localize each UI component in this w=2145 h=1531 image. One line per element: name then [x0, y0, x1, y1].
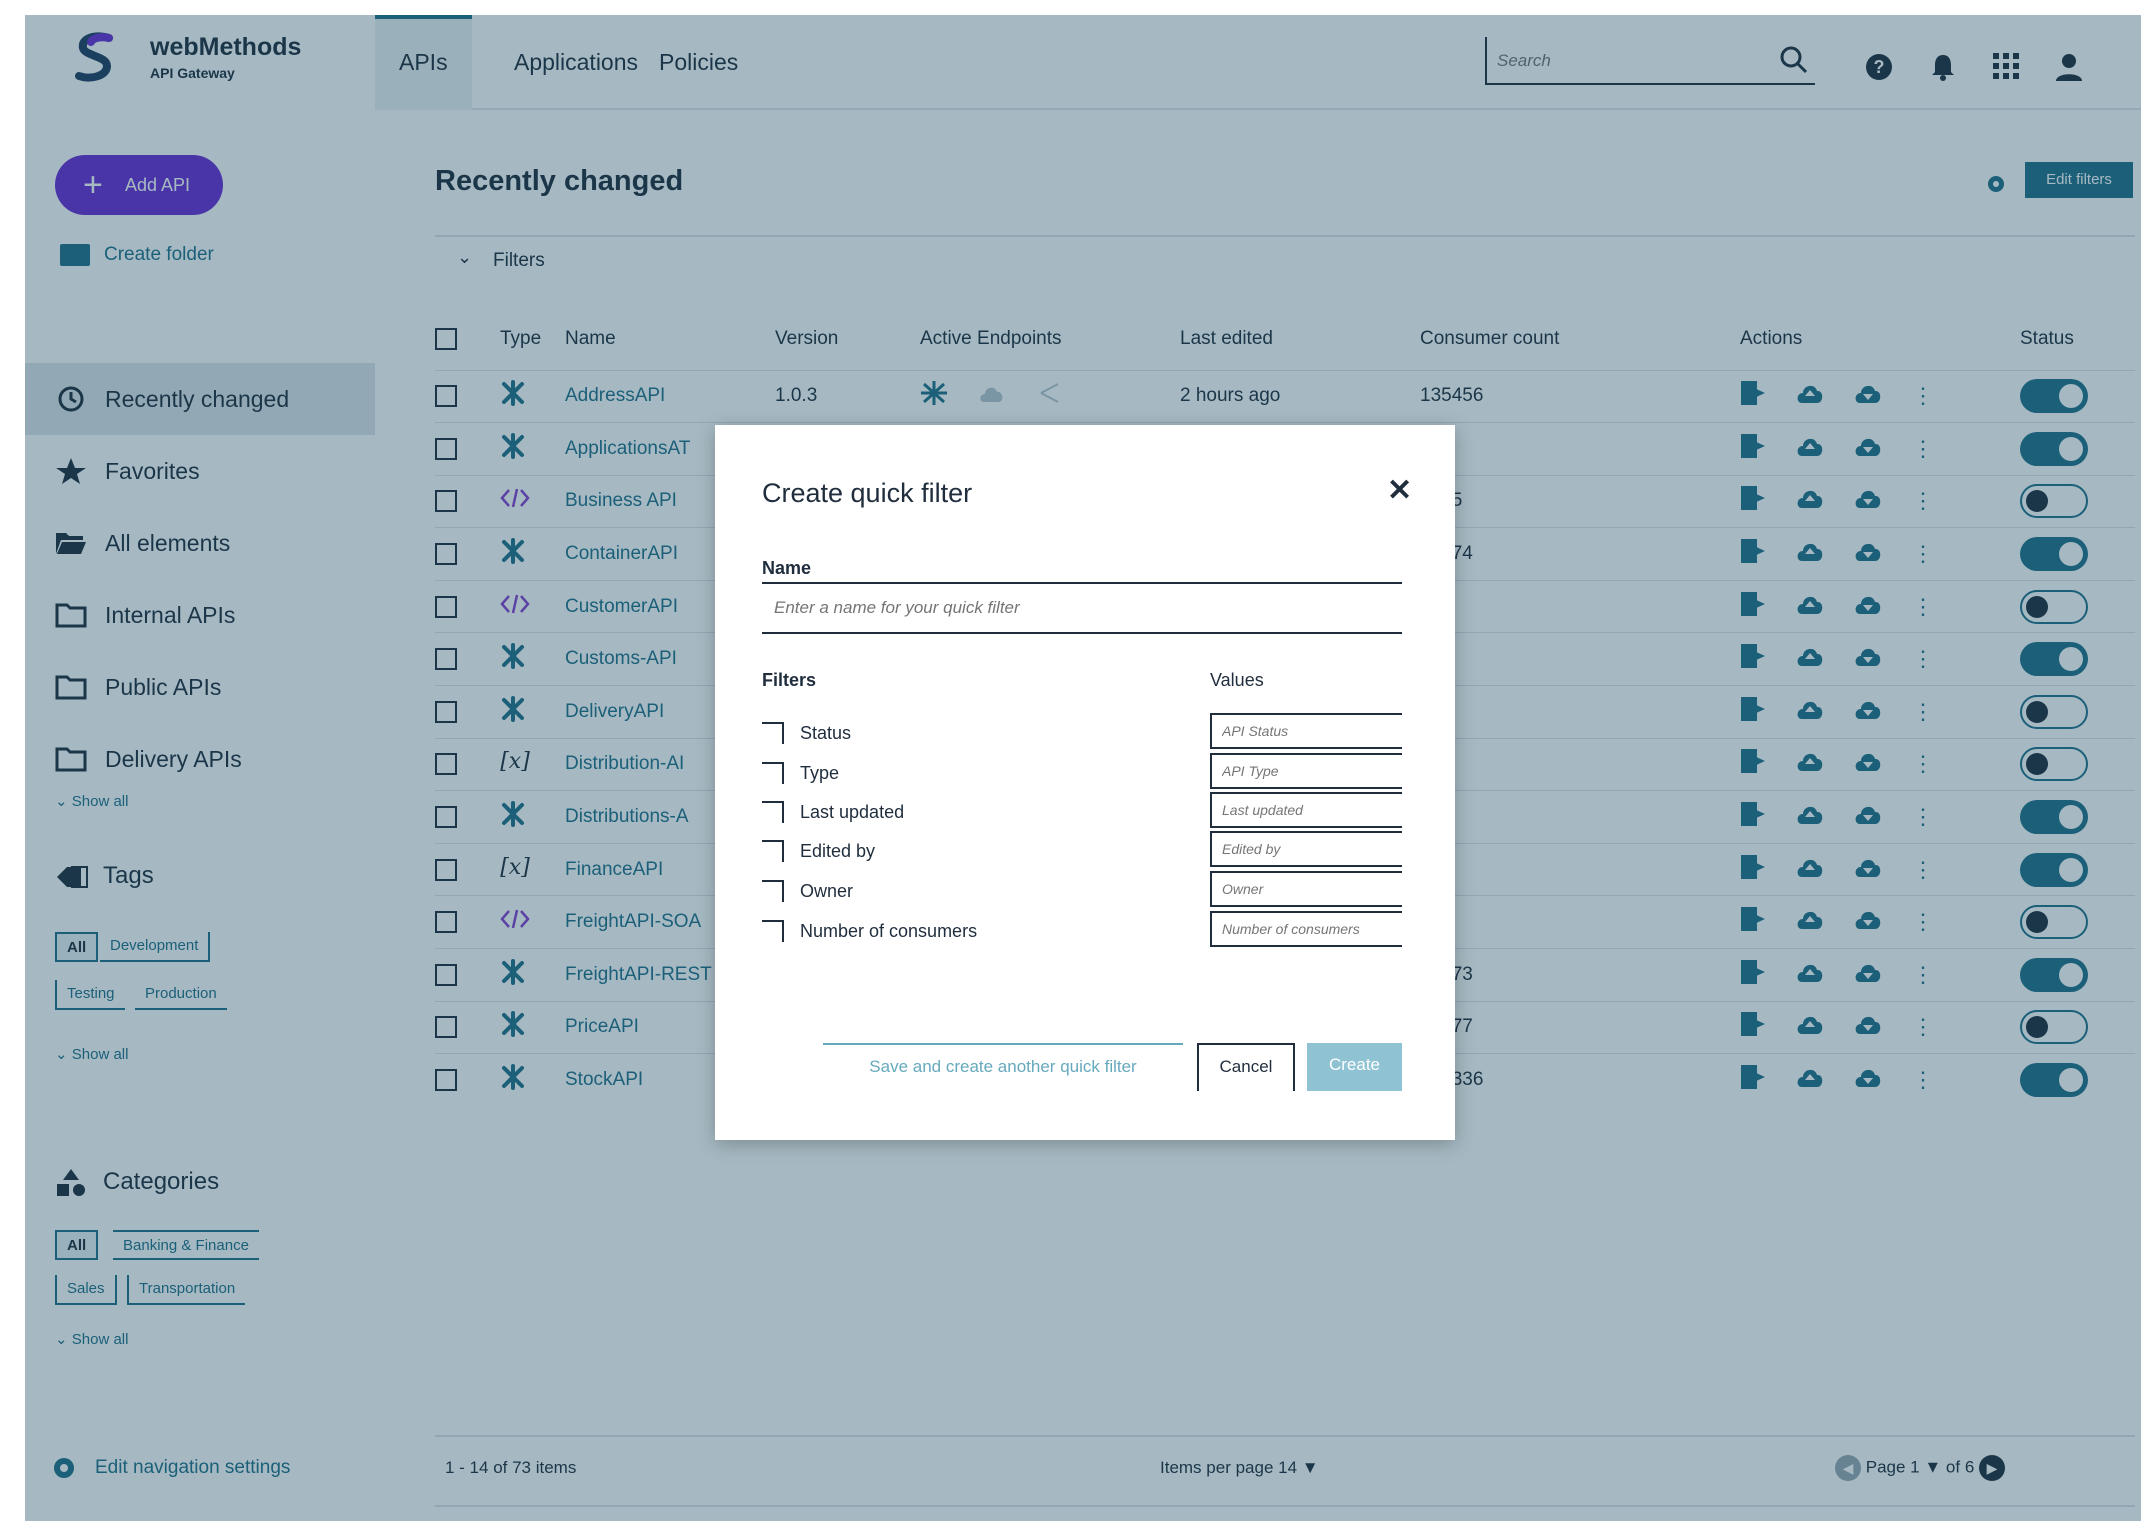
- filter-checkbox-row[interactable]: Last updated: [762, 799, 904, 825]
- filter-checkbox[interactable]: [762, 880, 784, 902]
- filter-checkbox-row[interactable]: Owner: [762, 878, 853, 904]
- filter-checkbox-row[interactable]: Type: [762, 760, 839, 786]
- name-label: Name: [762, 558, 812, 578]
- filter-label: Number of consumers: [800, 921, 978, 941]
- create-quick-filter-dialog: Create quick filter ✕ Name Filters Value…: [715, 425, 1455, 1140]
- filter-checkbox[interactable]: [762, 762, 784, 784]
- filter-checkbox-row[interactable]: Edited by: [762, 838, 875, 864]
- save-and-create-another-button[interactable]: Save and create another quick filter: [823, 1043, 1183, 1091]
- create-button[interactable]: Create: [1307, 1043, 1402, 1091]
- filter-label: Status: [800, 723, 852, 743]
- filter-checkbox[interactable]: [762, 920, 784, 942]
- filter-checkbox[interactable]: [762, 840, 784, 862]
- cancel-button[interactable]: Cancel: [1197, 1043, 1295, 1091]
- values-heading: Values: [1210, 670, 1264, 690]
- filter-checkbox-row[interactable]: Number of consumers: [762, 918, 977, 944]
- filter-label: Last updated: [800, 802, 905, 822]
- filter-label: Type: [800, 763, 840, 783]
- filter-name-input[interactable]: [762, 582, 1402, 634]
- filter-value-input[interactable]: [1210, 871, 1402, 907]
- filter-value-input[interactable]: [1210, 713, 1402, 749]
- dialog-title: Create quick filter: [762, 478, 973, 508]
- app-window: webMethods API Gateway APIs Applications…: [25, 15, 2141, 1521]
- close-icon[interactable]: ✕: [1387, 473, 1412, 508]
- filter-value-input[interactable]: [1210, 911, 1402, 947]
- filter-checkbox-row[interactable]: Status: [762, 720, 851, 746]
- filter-value-input[interactable]: [1210, 753, 1402, 789]
- filter-label: Owner: [800, 881, 854, 901]
- filter-value-input[interactable]: [1210, 792, 1402, 828]
- filter-value-input[interactable]: [1210, 831, 1402, 867]
- filters-heading: Filters: [762, 670, 817, 690]
- filter-checkbox[interactable]: [762, 801, 784, 823]
- filter-checkbox[interactable]: [762, 722, 784, 744]
- filter-label: Edited by: [800, 841, 876, 861]
